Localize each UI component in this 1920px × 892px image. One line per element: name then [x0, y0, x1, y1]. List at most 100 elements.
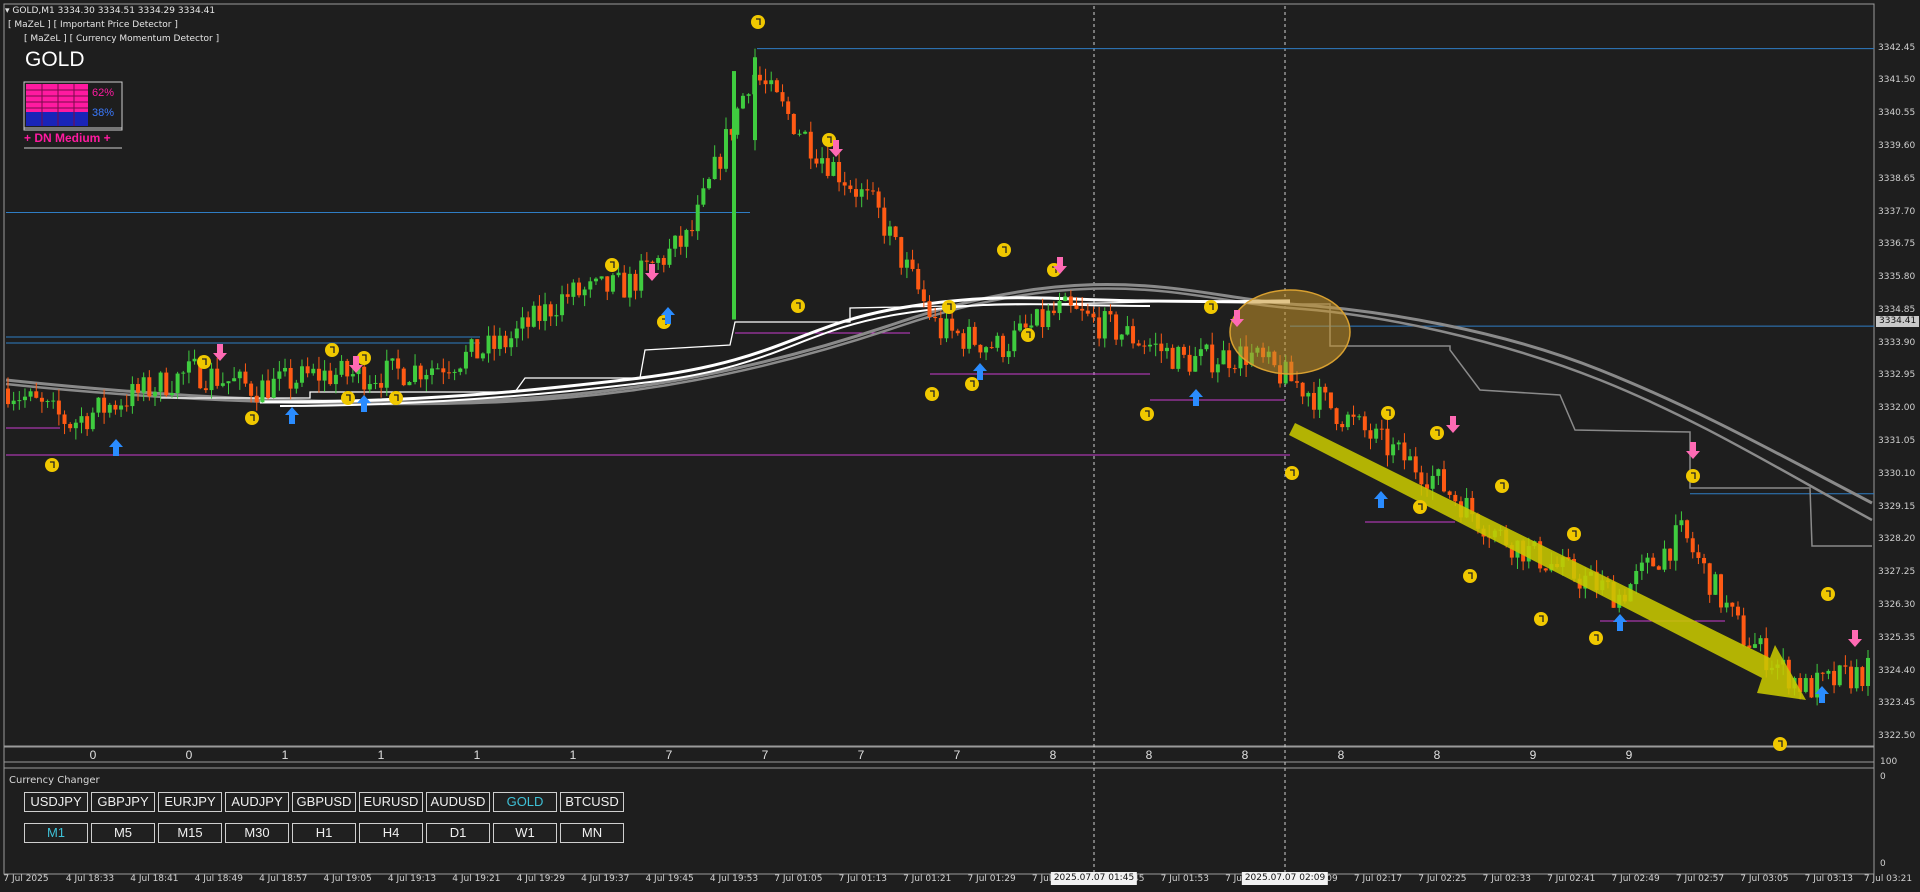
sub-scale-bottom: 0 [1880, 859, 1886, 869]
candle-body [673, 235, 678, 249]
symbol-button-audjpy[interactable]: AUDJPY [225, 792, 289, 812]
bull-strength-bar [26, 112, 88, 126]
candle-body [181, 372, 186, 374]
candle-body [503, 335, 508, 348]
candle-body [814, 158, 819, 164]
candle-body [362, 366, 367, 390]
symbol-button-eurusd[interactable]: EURUSD [359, 792, 423, 812]
candle-body [1826, 670, 1831, 674]
candle-body [904, 259, 909, 268]
timeframe-button-h1[interactable]: H1 [292, 823, 356, 843]
timeframe-button-m15[interactable]: M15 [158, 823, 222, 843]
symbol-button-usdjpy[interactable]: USDJPY [24, 792, 88, 812]
candle-body [678, 235, 683, 247]
timeframe-button-m30[interactable]: M30 [225, 823, 289, 843]
candle-body [6, 388, 10, 405]
strength-value: 8 [1049, 748, 1057, 762]
candle-body [1080, 308, 1085, 311]
symbol-button-audusd[interactable]: AUDUSD [426, 792, 490, 812]
candle-body [1419, 472, 1424, 485]
candle-body [961, 333, 966, 349]
time-axis-label: 7 Jul 01:05 [774, 874, 823, 884]
candle-body [950, 318, 955, 331]
candle-body [1690, 538, 1695, 553]
candle-body [1413, 456, 1418, 473]
candle-body [62, 414, 67, 424]
candle-body [916, 268, 921, 290]
candle-body [124, 405, 129, 407]
signal-dot-icon [245, 411, 259, 425]
timeframe-button-w1[interactable]: W1 [493, 823, 557, 843]
candle-body [1159, 343, 1164, 352]
candle-body [220, 383, 225, 386]
strength-value: 8 [1433, 748, 1441, 762]
candle-body [1385, 428, 1390, 456]
symbol-button-eurjpy[interactable]: EURJPY [158, 792, 222, 812]
candle-body [215, 368, 220, 386]
candle-body [548, 304, 553, 317]
bull-percent: 38% [92, 107, 115, 119]
candle-body [486, 335, 491, 354]
candle-body [113, 404, 118, 410]
candle-body [989, 347, 994, 349]
candle-body [1068, 296, 1073, 306]
strength-value: 8 [1241, 748, 1249, 762]
candle-body [622, 272, 627, 298]
candle-body [1306, 392, 1311, 397]
candle-body [1131, 326, 1136, 344]
candle-body [373, 382, 378, 384]
candle-body [446, 372, 451, 374]
symbol-button-gold[interactable]: GOLD [493, 792, 557, 812]
candle-body [526, 317, 531, 327]
signal-dot-icon [1463, 569, 1477, 583]
sub-scale-top: 100 [1880, 757, 1898, 767]
timeframe-button-m1[interactable]: M1 [24, 823, 88, 843]
candle-body [1696, 552, 1701, 558]
candle-body [1029, 325, 1034, 328]
symbol-button-gbpjpy[interactable]: GBPJPY [91, 792, 155, 812]
price-axis-label: 3330.10 [1878, 468, 1916, 479]
candle-body [531, 305, 536, 327]
signal-dot-icon [925, 387, 939, 401]
signal-dot-icon [1140, 407, 1154, 421]
strength-value: 7 [665, 748, 673, 762]
time-axis-label: 7 Jul 01:29 [967, 874, 1016, 884]
candle-body [639, 260, 644, 291]
timeframe-button-h4[interactable]: H4 [359, 823, 423, 843]
sell-arrow-icon [1848, 630, 1862, 647]
signal-dot-icon [357, 351, 371, 365]
candle-body [458, 368, 463, 372]
candle-body [543, 304, 548, 321]
buy-arrow-icon [1613, 614, 1627, 631]
candle-body [1193, 356, 1198, 372]
candle-body [859, 189, 864, 197]
candle-body [984, 347, 989, 353]
candle-body [1204, 344, 1209, 350]
candle-body [1860, 667, 1865, 687]
candle-body [565, 294, 570, 297]
candle-body [1215, 364, 1220, 373]
candle-body [396, 358, 401, 369]
candle-body [1430, 475, 1435, 489]
candle-body [786, 101, 791, 114]
highlight-ellipse [1229, 289, 1351, 375]
signal-dot-icon [1534, 612, 1548, 626]
candle-body [441, 368, 446, 373]
candle-body [339, 360, 344, 375]
symbol-button-btcusd[interactable]: BTCUSD [560, 792, 624, 812]
candle-body [1023, 323, 1028, 328]
symbol-button-gbpusd[interactable]: GBPUSD [292, 792, 356, 812]
dropdown-triangle-icon[interactable]: ▾ [5, 6, 10, 16]
candle-body [192, 358, 197, 362]
timeframe-button-m5[interactable]: M5 [91, 823, 155, 843]
candle-body [96, 397, 101, 413]
strength-value: 7 [761, 748, 769, 762]
time-axis-label: 4 Jul 18:49 [194, 874, 243, 884]
candle-body [514, 328, 519, 339]
candle-body [1702, 557, 1707, 564]
timeframe-button-mn[interactable]: MN [560, 823, 624, 843]
crosshair-time-label: 2025.07.07 01:45 [1050, 872, 1138, 885]
signal-dot-icon [1567, 527, 1581, 541]
timeframe-button-d1[interactable]: D1 [426, 823, 490, 843]
candle-body [1210, 344, 1215, 373]
